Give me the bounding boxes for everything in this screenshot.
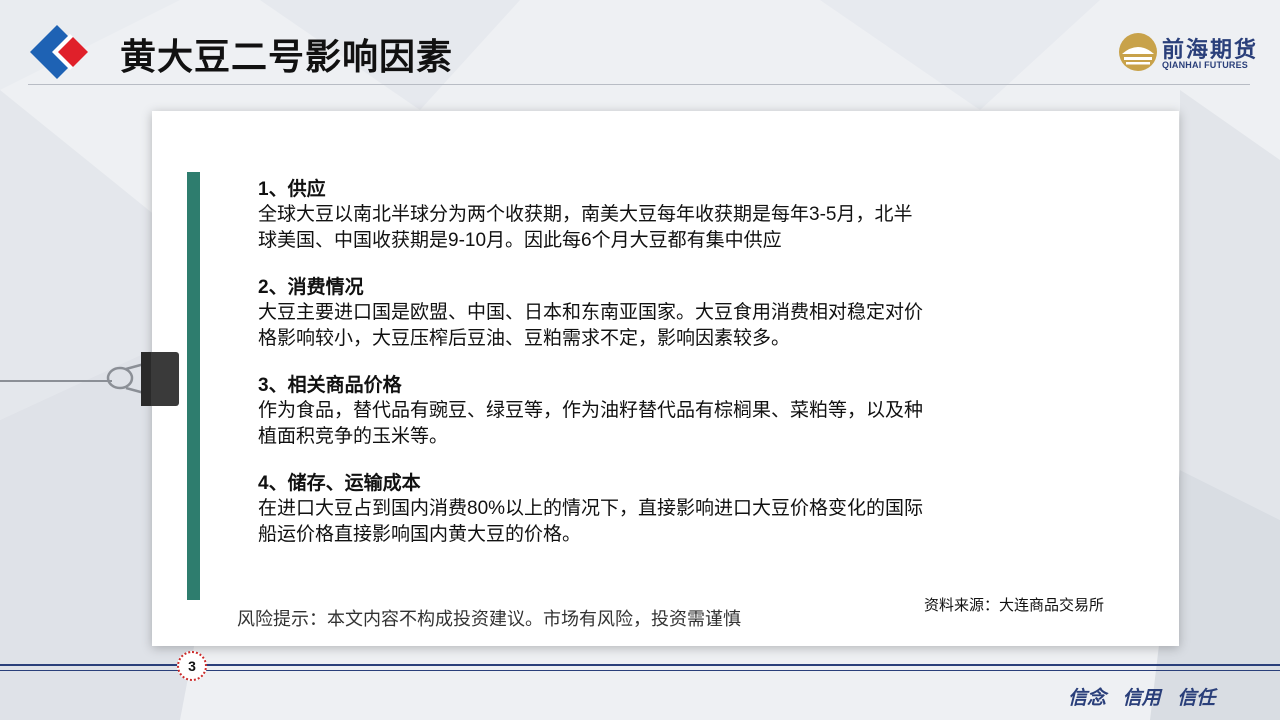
factor-title: 1、供应 <box>258 179 326 200</box>
factor-item: 2、消费情况 大豆主要进口国是欧盟、中国、日本和东南亚国家。大豆食用消费相对稳定… <box>258 276 1018 352</box>
brand-name-en: QIANHAI FUTURES <box>1162 60 1248 70</box>
factor-line: 全球大豆以南北半球分为两个收获期，南美大豆每年收获期是每年3-5月，北半 <box>258 204 913 225</box>
risk-notice: 风险提示：本文内容不构成投资建议。市场有风险，投资需谨慎 <box>237 609 741 630</box>
page-number: 3 <box>177 651 207 681</box>
page-title: 黄大豆二号影响因素 <box>120 36 454 77</box>
factor-title: 4、储存、运输成本 <box>258 473 421 494</box>
factor-item: 3、相关商品价格 作为食品，替代品有豌豆、绿豆等，作为油籽替代品有棕榈果、菜粕等… <box>258 374 1018 450</box>
brand-logo: 前海期货 QIANHAI FUTURES <box>1118 30 1258 74</box>
factor-title: 3、相关商品价格 <box>258 375 402 396</box>
factor-line: 在进口大豆占到国内消费80%以上的情况下，直接影响进口大豆价格变化的国际 <box>258 498 924 519</box>
footer-motto: 信念 信用 信任 <box>1068 687 1216 709</box>
diamond-logo-icon <box>30 25 88 79</box>
brand-emblem-icon <box>1119 33 1157 71</box>
factor-line: 作为食品，替代品有豌豆、绿豆等，作为油籽替代品有棕榈果、菜粕等，以及种 <box>258 400 924 421</box>
clip-string <box>0 380 112 382</box>
factor-line: 球美国、中国收获期是9-10月。因此每6个月大豆都有集中供应 <box>258 230 782 251</box>
factor-line: 格影响较小，大豆压榨后豆油、豆粕需求不定，影响因素较多。 <box>258 328 791 349</box>
header-divider <box>28 84 1250 85</box>
factor-list: 1、供应 全球大豆以南北半球分为两个收获期，南美大豆每年收获期是每年3-5月，北… <box>258 178 1018 570</box>
data-source: 资料来源：大连商品交易所 <box>924 597 1105 614</box>
binder-clip-icon <box>106 352 179 406</box>
factor-item: 1、供应 全球大豆以南北半球分为两个收获期，南美大豆每年收获期是每年3-5月，北… <box>258 178 1018 254</box>
factor-line: 植面积竞争的玉米等。 <box>258 426 449 447</box>
factor-line: 大豆主要进口国是欧盟、中国、日本和东南亚国家。大豆食用消费相对稳定对价 <box>258 302 924 323</box>
factor-line: 船运价格直接影响国内黄大豆的价格。 <box>258 524 582 545</box>
factor-item: 4、储存、运输成本 在进口大豆占到国内消费80%以上的情况下，直接影响进口大豆价… <box>258 472 1018 548</box>
factor-title: 2、消费情况 <box>258 277 364 298</box>
